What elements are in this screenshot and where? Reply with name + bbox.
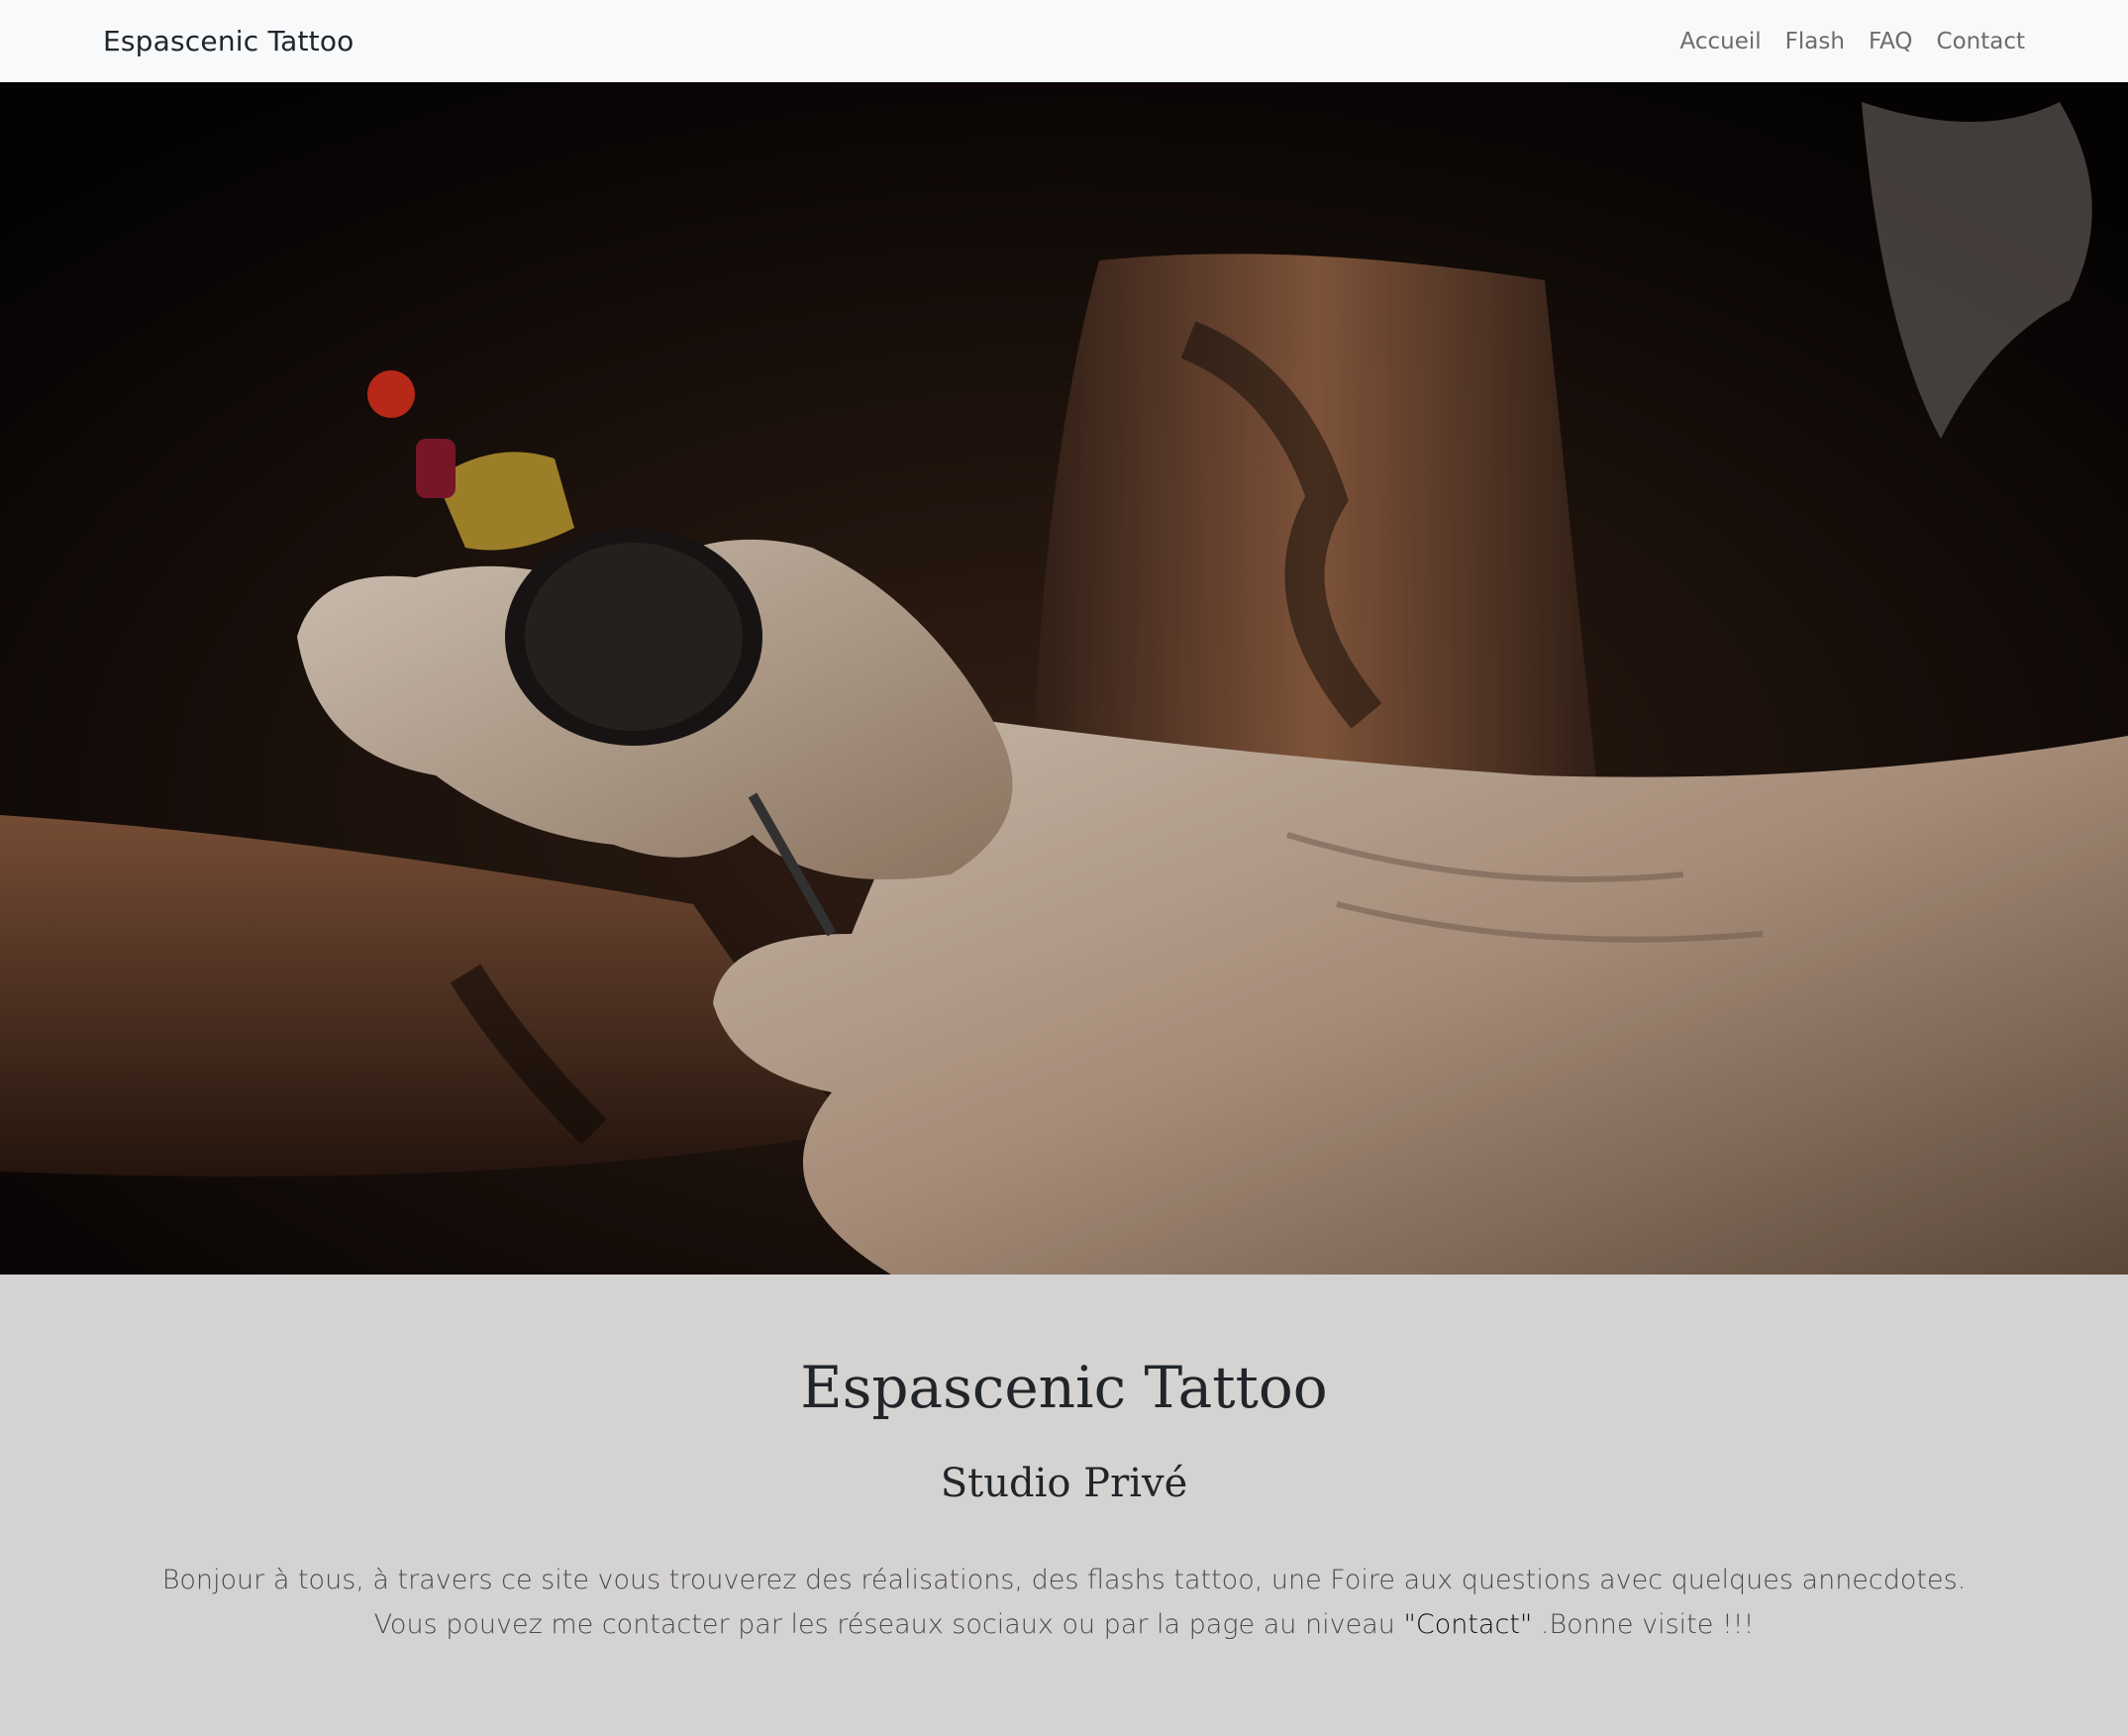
intro-contact-link[interactable]: "Contact" [1403, 1609, 1532, 1640]
navbar: Espascenic Tattoo Accueil Flash FAQ Cont… [0, 0, 2128, 82]
navbar-brand[interactable]: Espascenic Tattoo [103, 25, 355, 57]
intro-section: Espascenic Tattoo Studio Privé Bonjour à… [0, 1275, 2128, 1736]
page-title: Espascenic Tattoo [800, 1354, 1328, 1421]
nav-link-flash[interactable]: Flash [1785, 29, 1845, 54]
intro-closing: .Bonne visite !!! [1532, 1609, 1755, 1640]
nav-link-contact[interactable]: Contact [1937, 29, 2025, 54]
hero-image [0, 82, 2128, 1275]
nav-links: Accueil Flash FAQ Contact [1680, 29, 2025, 54]
page-subtitle: Studio Privé [940, 1461, 1188, 1506]
nav-link-accueil[interactable]: Accueil [1680, 29, 1762, 54]
hero-tattoo-photo [0, 82, 2128, 1275]
intro-paragraph: Bonjour à tous, à travers ce site vous t… [129, 1558, 1999, 1647]
nav-link-faq[interactable]: FAQ [1869, 29, 1913, 54]
